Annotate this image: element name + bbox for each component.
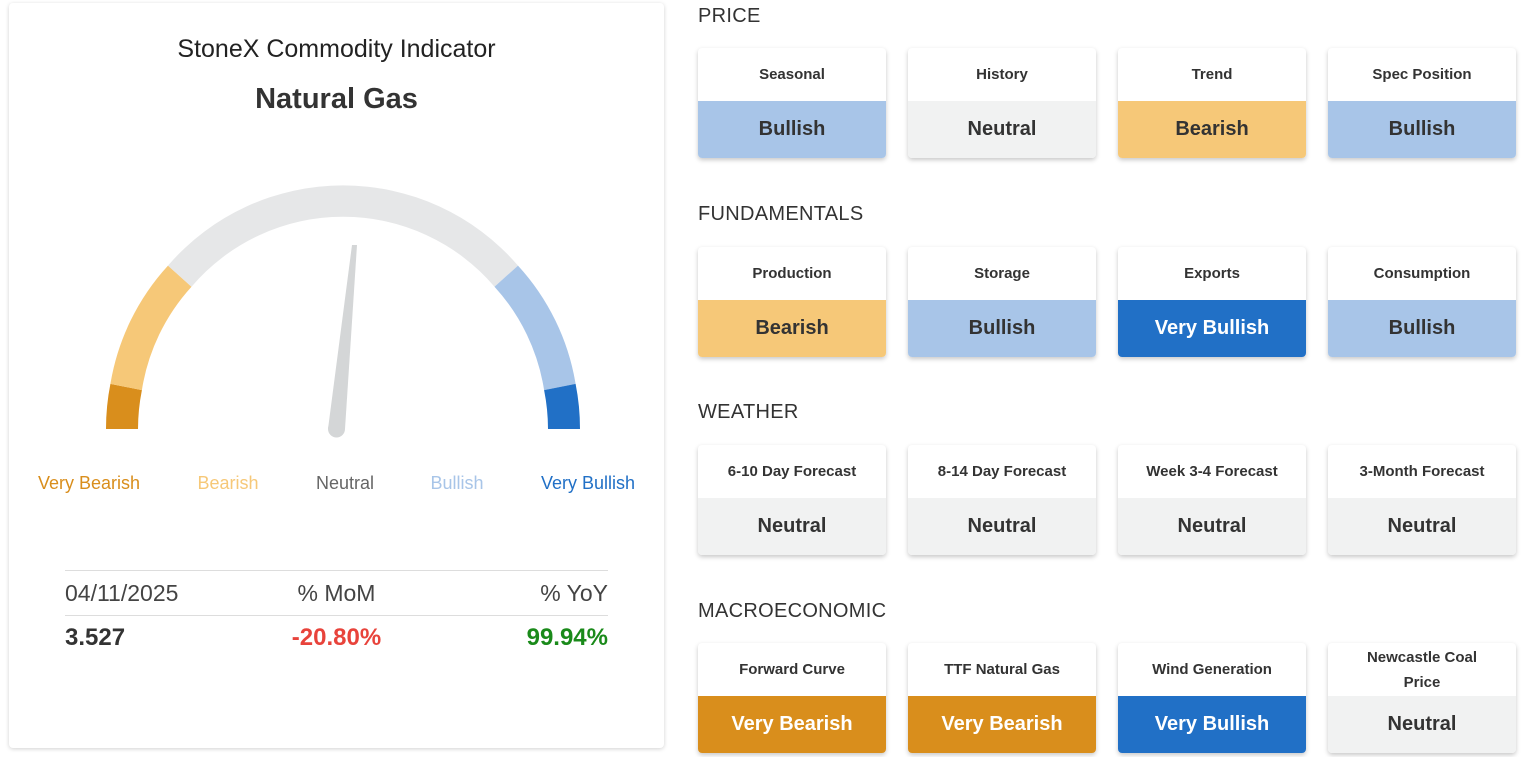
tile-value: Very Bearish [908,696,1096,753]
tile-name: Storage [974,265,1030,282]
tile-name: Trend [1191,66,1233,83]
tile-exports[interactable]: Exports Very Bullish [1118,247,1306,357]
tile-value: Neutral [1328,498,1516,555]
tile-trend[interactable]: Trend Bearish [1118,48,1306,158]
tile-value: Bearish [698,300,886,357]
tile-value: Neutral [908,101,1096,158]
tile-3-month-forecast[interactable]: 3-Month Forecast Neutral [1328,445,1516,555]
tile-value: Neutral [1118,498,1306,555]
stats-price: 3.527 [65,624,126,651]
section-label-macroeconomic: MACROECONOMIC [698,600,887,622]
tile-name: Week 3-4 Forecast [1146,463,1278,480]
gauge-segment-neutral [168,185,518,287]
tile-name: Exports [1184,265,1240,282]
tile-value: Neutral [908,498,1096,555]
tile-value: Very Bearish [698,696,886,753]
gauge-label-neutral: Neutral [315,473,375,493]
gauge-label-very-bearish: Very Bearish [37,473,141,493]
tile-value: Very Bullish [1118,300,1306,357]
tile-name: Newcastle Coal Price [1366,648,1478,691]
tile-name: Wind Generation [1152,661,1272,678]
section-label-weather: WEATHER [698,401,799,423]
tile-wind-generation[interactable]: Wind Generation Very Bullish [1118,643,1306,753]
tile-8-14-day-forecast[interactable]: 8-14 Day Forecast Neutral [908,445,1096,555]
tile-value: Bullish [698,101,886,158]
tile-name: Seasonal [759,66,825,83]
tile-seasonal[interactable]: Seasonal Bullish [698,48,886,158]
tile-value: Neutral [698,498,886,555]
gauge-label-bearish: Bearish [197,473,259,493]
tile-name: TTF Natural Gas [944,661,1060,678]
stats-yoy-value: 99.94% [526,624,608,651]
stats-table: 04/11/2025 % MoM % YoY 3.527 -20.80% 99.… [65,570,608,660]
tile-value: Neutral [1328,696,1516,753]
tile-week-3-4-forecast[interactable]: Week 3-4 Forecast Neutral [1118,445,1306,555]
gauge-segment-very-bearish [105,383,142,429]
tile-name: Production [752,265,832,282]
tile-spec-position[interactable]: Spec Position Bullish [1328,48,1516,158]
gauge-segment-bearish [110,265,192,391]
gauge-label-bullish: Bullish [430,473,484,493]
tile-value: Bullish [1328,300,1516,357]
stats-header-row: 04/11/2025 % MoM % YoY [65,571,608,615]
tile-production[interactable]: Production Bearish [698,247,886,357]
gauge-needle [328,245,357,438]
tile-ttf-natural-gas[interactable]: TTF Natural Gas Very Bearish [908,643,1096,753]
sentiment-gauge [105,185,581,438]
tile-newcastle-coal-price[interactable]: Newcastle Coal Price Neutral [1328,643,1516,753]
tile-name: 3-Month Forecast [1359,463,1485,480]
stats-mom-label: % MoM [297,579,376,606]
tile-name: Spec Position [1372,66,1472,83]
stats-date: 04/11/2025 [65,579,179,606]
stats-yoy-label: % YoY [540,579,608,606]
tile-forward-curve[interactable]: Forward Curve Very Bearish [698,643,886,753]
tile-storage[interactable]: Storage Bullish [908,247,1096,357]
tile-name: Forward Curve [739,661,845,678]
tile-history[interactable]: History Neutral [908,48,1096,158]
gauge-label-very-bullish: Very Bullish [540,473,636,493]
section-label-fundamentals: FUNDAMENTALS [698,203,864,225]
tile-6-10-day-forecast[interactable]: 6-10 Day Forecast Neutral [698,445,886,555]
tile-value: Very Bullish [1118,696,1306,753]
stats-value-row: 3.527 -20.80% 99.94% [65,616,608,660]
tile-name: 6-10 Day Forecast [727,463,857,480]
tile-value: Bearish [1118,101,1306,158]
section-label-price: PRICE [698,5,761,27]
tile-name: Consumption [1373,265,1471,282]
gauge-segment-very-bullish [544,383,581,429]
tile-value: Bullish [1328,101,1516,158]
tile-consumption[interactable]: Consumption Bullish [1328,247,1516,357]
gauge-segment-bullish [494,265,576,391]
tile-name: 8-14 Day Forecast [937,463,1067,480]
stats-mom-value: -20.80% [291,624,382,651]
tile-value: Bullish [908,300,1096,357]
indicator-card: StoneX Commodity Indicator Natural Gas V… [9,3,664,748]
tile-name: History [976,66,1028,83]
